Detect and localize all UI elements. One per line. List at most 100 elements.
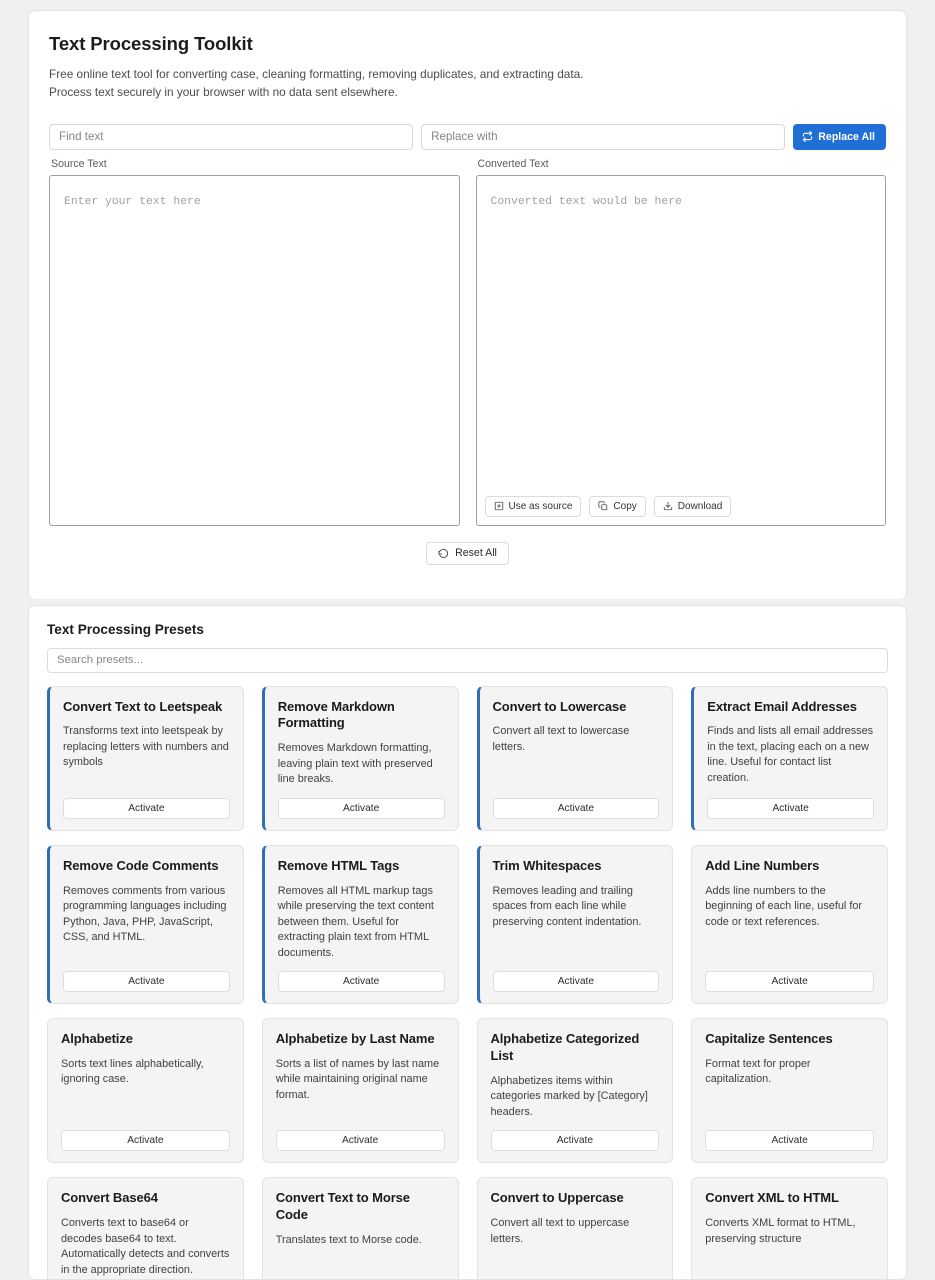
activate-button[interactable]: Activate xyxy=(492,971,660,993)
copy-label: Copy xyxy=(613,500,637,512)
preset-card-title: Convert Base64 xyxy=(61,1190,158,1206)
preset-card: Convert to Uppercase Convert all text to … xyxy=(476,1177,674,1279)
source-editor-box xyxy=(49,174,460,526)
use-as-source-button[interactable]: Use as source xyxy=(484,495,582,517)
find-input[interactable] xyxy=(49,123,414,150)
preset-card-title: Convert XML to HTML xyxy=(705,1190,839,1206)
activate-button[interactable]: Activate xyxy=(705,1130,874,1152)
converted-editor-box: Use as source Copy xyxy=(475,174,886,526)
preset-card: Capitalize Sentences Format text for prop… xyxy=(691,1018,888,1164)
preset-card-description: Adds line numbers to the beginning of ea… xyxy=(705,884,863,928)
activate-button[interactable]: Activate xyxy=(63,971,230,993)
converted-text-label: Converted Text xyxy=(477,157,549,170)
preset-card: Convert to Lowercase Convert all text to … xyxy=(476,685,674,831)
preset-card-description: Convert all text to uppercase letters. xyxy=(490,1217,630,1245)
preset-card-description: Removes Markdown formatting, leaving pla… xyxy=(277,742,433,786)
preset-card-description: Finds and lists all email addresses in t… xyxy=(707,725,874,784)
preset-card: Convert XML to HTML Converts XML format t… xyxy=(691,1177,888,1279)
reset-all-button[interactable]: Reset All xyxy=(426,541,509,565)
preset-card: Alphabetize by Last Name Sorts a list of … xyxy=(261,1018,459,1164)
preset-card: Add Line Numbers Adds line numbers to the… xyxy=(691,844,888,1005)
tool-panel: Text Processing Toolkit Free online text… xyxy=(28,10,907,599)
copy-button[interactable]: Copy xyxy=(589,495,646,517)
preset-card-description: Converts XML format to HTML, preserving … xyxy=(705,1217,856,1245)
preset-card: Trim Whitespaces Removes leading and trai… xyxy=(476,844,674,1005)
preset-card-description: Removes comments from various programmin… xyxy=(63,884,227,944)
download-icon xyxy=(663,501,673,511)
preset-card: Remove Code Comments Removes comments fro… xyxy=(47,844,244,1005)
presets-panel: Text Processing Presets Convert Text to … xyxy=(28,604,907,1280)
app-subtitle-line2: Process text securely in your browser wi… xyxy=(49,85,398,100)
source-textarea[interactable] xyxy=(50,175,459,525)
presets-title: Text Processing Presets xyxy=(47,621,204,637)
preset-card-title: Capitalize Sentences xyxy=(705,1031,833,1047)
preset-card-title: Extract Email Addresses xyxy=(707,698,857,714)
swap-refresh-icon xyxy=(802,131,813,143)
preset-card: Alphabetize Sorts text lines alphabetical… xyxy=(47,1018,244,1164)
preset-card-description: Removes all HTML markup tags while prese… xyxy=(277,884,434,959)
preset-card-title: Trim Whitespaces xyxy=(492,857,602,873)
preset-card-title: Convert to Uppercase xyxy=(490,1190,624,1206)
preset-card-description: Format text for proper capitalization. xyxy=(705,1058,811,1086)
preset-card-description: Convert all text to lowercase letters. xyxy=(492,725,630,753)
page-title: Text Processing Toolkit xyxy=(49,33,253,54)
reset-circular-arrow-icon xyxy=(438,548,449,559)
activate-button[interactable]: Activate xyxy=(277,797,445,819)
use-as-source-label: Use as source xyxy=(508,500,573,512)
preset-card-title: Alphabetize xyxy=(61,1031,133,1047)
replace-all-button[interactable]: Replace All xyxy=(793,123,886,150)
replace-input[interactable] xyxy=(421,123,786,150)
activate-button[interactable]: Activate xyxy=(61,1130,230,1152)
copy-icon xyxy=(598,501,608,511)
app-root: Text Processing Toolkit Free online text… xyxy=(0,0,935,1280)
preset-card: Remove HTML Tags Removes all HTML markup … xyxy=(261,844,459,1005)
preset-card-title: Alphabetize by Last Name xyxy=(275,1031,435,1047)
converted-column: Converted Text Use a xyxy=(475,157,886,526)
converted-actions: Use as source Copy Download xyxy=(477,495,886,525)
preset-card: Alphabetize Categorized List Alphabetizes… xyxy=(476,1018,674,1164)
preset-card-description: Removes leading and trailing spaces from… xyxy=(492,884,642,928)
activate-button[interactable]: Activate xyxy=(275,1130,445,1152)
preset-card: Convert Base64 Converts text to base64 or… xyxy=(47,1177,244,1279)
source-text-label: Source Text xyxy=(51,157,107,170)
preset-card: Extract Email Addresses Finds and lists a… xyxy=(691,685,888,831)
preset-search-wrap xyxy=(39,647,896,686)
preset-card-description: Transforms text into leetspeak by replac… xyxy=(63,725,229,769)
preset-card-title: Convert Text to Leetspeak xyxy=(63,698,223,714)
search-presets-input[interactable] xyxy=(47,647,888,673)
reset-all-label: Reset All xyxy=(455,547,497,560)
preset-card: Convert Text to Morse Code Translates tex… xyxy=(261,1177,459,1279)
app-header: Text Processing Toolkit Free online text… xyxy=(39,33,896,116)
activate-button[interactable]: Activate xyxy=(705,971,874,993)
activate-button[interactable]: Activate xyxy=(707,797,874,819)
preset-card-title: Convert Text to Morse Code xyxy=(275,1190,410,1223)
activate-button[interactable]: Activate xyxy=(63,797,230,819)
preset-card-description: Sorts a list of names by last name while… xyxy=(275,1058,440,1101)
preset-card-description: Alphabetizes items within categories mar… xyxy=(490,1074,648,1118)
activate-button[interactable]: Activate xyxy=(277,971,445,993)
editors-row: Source Text Converted Text xyxy=(39,150,896,526)
download-label: Download xyxy=(677,500,723,512)
preset-card-title: Remove Markdown Formatting xyxy=(277,698,395,731)
preset-card: Remove Markdown Formatting Removes Markdo… xyxy=(261,685,459,831)
preset-card-description: Sorts text lines alphabetically, ignorin… xyxy=(61,1058,204,1086)
activate-button[interactable]: Activate xyxy=(492,797,660,819)
converted-textarea[interactable] xyxy=(476,175,885,496)
preset-card-title: Alphabetize Categorized List xyxy=(490,1031,640,1063)
source-column: Source Text xyxy=(49,158,460,526)
preset-card: Convert Text to Leetspeak Transforms text… xyxy=(47,685,244,831)
find-replace-bar: Replace All xyxy=(39,116,896,150)
app-subtitle-line1: Free online text tool for converting cas… xyxy=(49,67,584,81)
preset-card-title: Add Line Numbers xyxy=(705,857,820,873)
preset-card-title: Remove Code Comments xyxy=(63,857,219,873)
presets-grid: Convert Text to Leetspeak Transforms text… xyxy=(39,685,896,1279)
preset-card-title: Convert to Lowercase xyxy=(492,698,627,714)
replace-all-label: Replace All xyxy=(818,130,875,143)
preset-card-description: Converts text to base64 or decodes base6… xyxy=(61,1217,230,1276)
activate-button[interactable]: Activate xyxy=(490,1130,660,1152)
reset-row: Reset All xyxy=(39,526,896,583)
download-button[interactable]: Download xyxy=(653,495,732,517)
import-box-icon xyxy=(494,501,504,511)
preset-card-title: Remove HTML Tags xyxy=(277,857,400,873)
preset-card-description: Translates text to Morse code. xyxy=(275,1234,422,1247)
